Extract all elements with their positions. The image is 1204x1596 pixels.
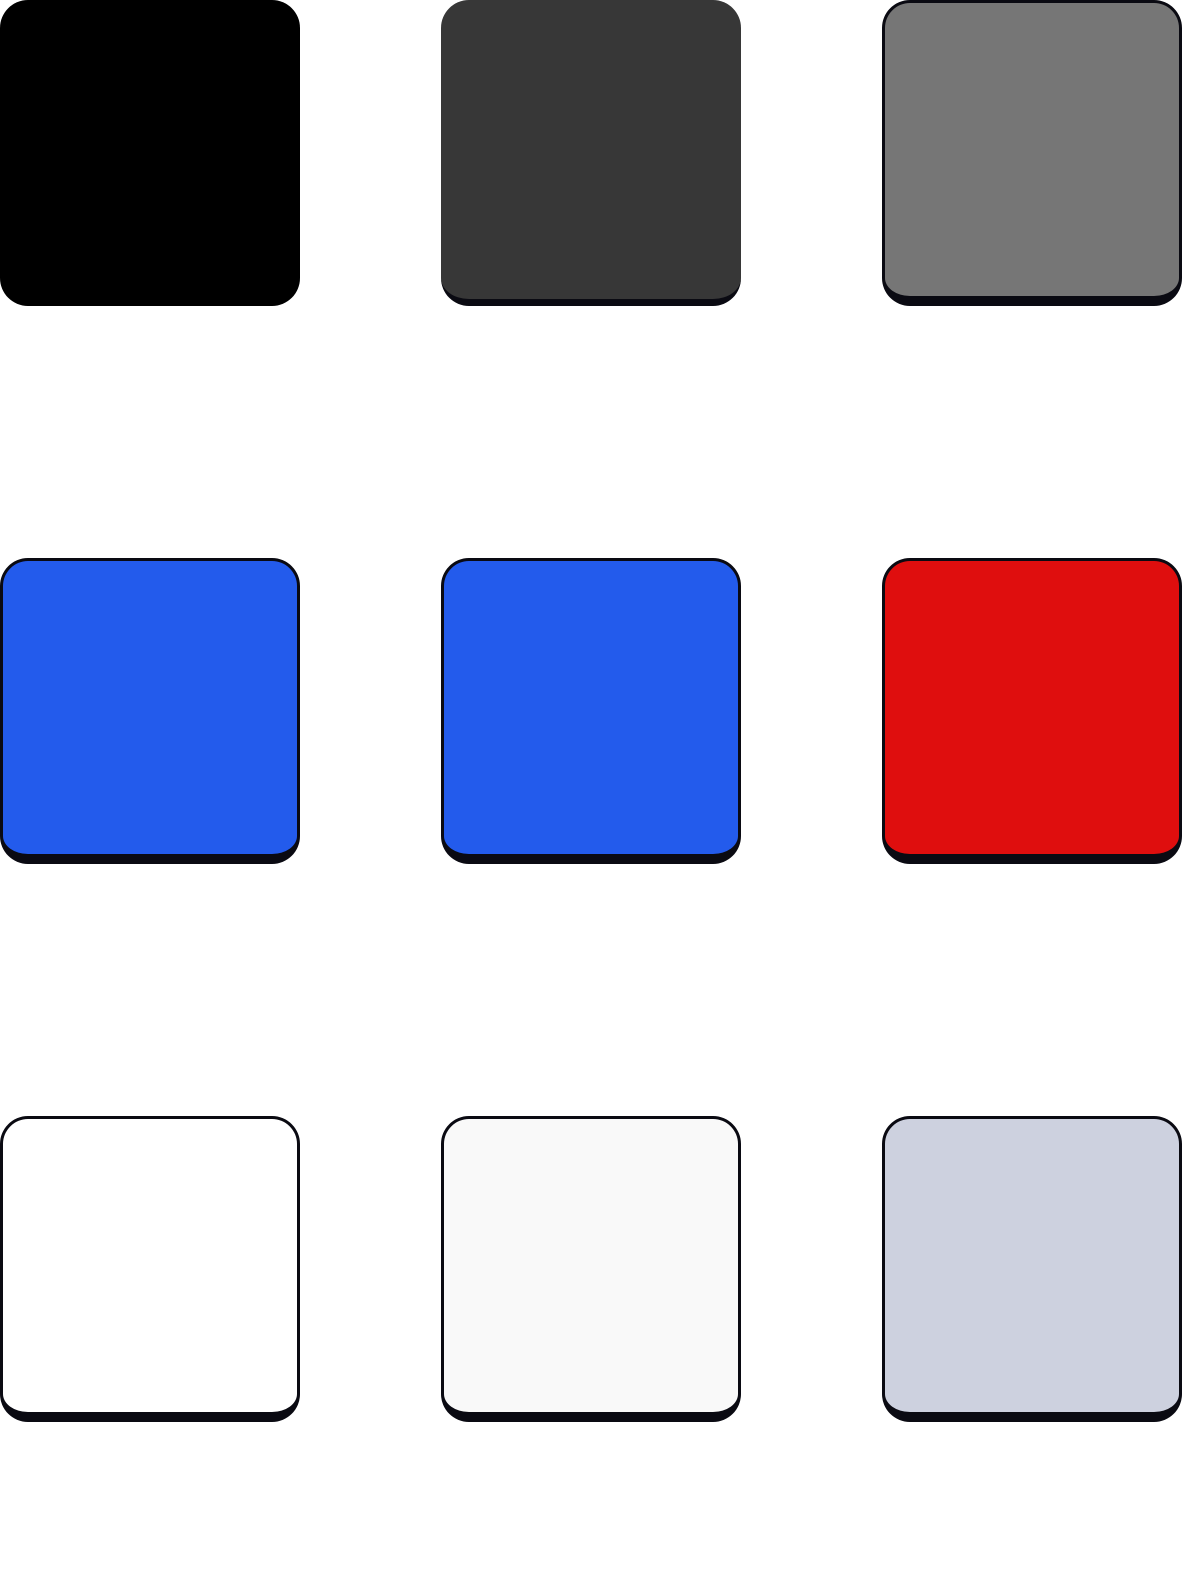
swatch-off-white[interactable] bbox=[441, 1116, 741, 1422]
swatch-dark-gray[interactable] bbox=[441, 0, 741, 306]
swatch-light-slate[interactable] bbox=[882, 1116, 1182, 1422]
swatch-white[interactable] bbox=[0, 1116, 300, 1422]
swatch-gray[interactable] bbox=[882, 0, 1182, 306]
swatch-blue-2[interactable] bbox=[441, 558, 741, 864]
swatch-red[interactable] bbox=[882, 558, 1182, 864]
swatch-blue[interactable] bbox=[0, 558, 300, 864]
swatch-black[interactable] bbox=[0, 0, 300, 306]
swatch-grid bbox=[0, 0, 1204, 1596]
